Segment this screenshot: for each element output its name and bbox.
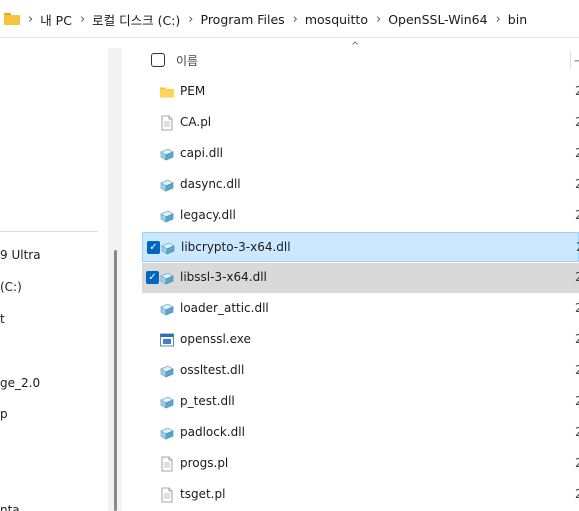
file-name: CA.pl	[180, 115, 212, 129]
file-name: loader_attic.dll	[180, 301, 269, 315]
exe-file-icon	[159, 332, 175, 348]
dll-file-icon	[159, 146, 175, 162]
file-row[interactable]: p_test.dll 2	[142, 387, 579, 417]
chevron-right-icon: ›	[495, 11, 501, 27]
dll-file-icon	[159, 301, 175, 317]
file-date-modified: 2	[575, 115, 579, 129]
dll-file-icon	[159, 177, 175, 193]
breadcrumb: › 내 PC › 로컬 디스크 (C:) › Program Files › m…	[0, 0, 527, 38]
file-row[interactable]: ossltest.dll 2	[142, 356, 579, 386]
nav-item-local-disk[interactable]: (C:)	[0, 280, 22, 294]
file-row[interactable]: capi.dll 2	[142, 139, 579, 169]
file-date-modified: 2	[575, 177, 579, 191]
breadcrumb-item-program-files[interactable]: Program Files	[201, 12, 285, 27]
file-row-selected[interactable]: ✓ libssl-3-x64.dll 2	[142, 263, 579, 293]
file-name: ossltest.dll	[180, 363, 245, 377]
file-name: legacy.dll	[180, 208, 236, 222]
file-date-modified: 2	[575, 394, 579, 408]
nav-item[interactable]: p	[0, 407, 8, 421]
text-file-icon	[159, 115, 175, 131]
folder-icon	[4, 13, 20, 25]
row-checkbox-checked[interactable]: ✓	[147, 241, 160, 254]
nav-item[interactable]: ge_2.0	[0, 376, 40, 390]
file-name: tsget.pl	[180, 487, 226, 501]
select-all-checkbox[interactable]	[151, 53, 165, 67]
chevron-right-icon: ›	[28, 11, 34, 27]
file-date-modified: 2	[575, 301, 579, 315]
file-row[interactable]: PEM 2	[142, 77, 579, 107]
file-date-modified: 2	[575, 84, 579, 98]
dll-file-icon	[160, 240, 176, 256]
nav-divider	[0, 231, 98, 232]
nav-item[interactable]: nta	[0, 503, 20, 511]
file-name: libcrypto-3-x64.dll	[181, 240, 291, 254]
file-name: p_test.dll	[180, 394, 235, 408]
file-date-modified: 2	[575, 487, 579, 501]
breadcrumb-item-this-pc[interactable]: 내 PC	[40, 10, 72, 29]
dll-file-icon	[159, 363, 175, 379]
dll-file-icon	[159, 270, 175, 286]
column-divider[interactable]	[570, 50, 571, 70]
file-list: ^ 이름 ᅩ PEM2CA.pl2capi.dll2dasync.dll2leg…	[122, 38, 579, 511]
breadcrumb-item-bin[interactable]: bin	[508, 12, 527, 27]
file-date-modified: 2	[575, 456, 579, 470]
column-header-row: 이름 ᅩ	[122, 44, 579, 76]
dll-file-icon	[159, 208, 175, 224]
row-checkbox-checked[interactable]: ✓	[146, 271, 159, 284]
file-name: padlock.dll	[180, 425, 245, 439]
nav-scrollbar-thumb[interactable]	[114, 250, 117, 511]
text-file-icon	[159, 487, 175, 503]
file-name: PEM	[180, 84, 206, 98]
chevron-right-icon: ›	[375, 11, 382, 27]
breadcrumb-item-local-disk[interactable]: 로컬 디스크 (C:)	[92, 10, 180, 29]
breadcrumb-item-openssl-win64[interactable]: OpenSSL-Win64	[388, 12, 487, 27]
nav-item-drive[interactable]: 9 Ultra	[0, 248, 41, 262]
file-row[interactable]: tsget.pl 2	[142, 480, 579, 510]
dll-file-icon	[159, 425, 175, 441]
file-row[interactable]: legacy.dll 2	[142, 201, 579, 231]
file-row[interactable]: progs.pl 2	[142, 449, 579, 479]
file-row[interactable]: CA.pl 2	[142, 108, 579, 138]
nav-item[interactable]: t	[0, 312, 5, 326]
file-row[interactable]: padlock.dll 2	[142, 418, 579, 448]
file-date-modified: 2	[575, 146, 579, 160]
address-bar[interactable]: › 내 PC › 로컬 디스크 (C:) › Program Files › m…	[0, 0, 579, 38]
file-name: progs.pl	[180, 456, 229, 470]
column-header-next[interactable]: ᅩ	[574, 52, 579, 69]
file-name: libssl-3-x64.dll	[180, 270, 267, 284]
file-date-modified: 2	[575, 332, 579, 346]
file-row[interactable]: loader_attic.dll 2	[142, 294, 579, 324]
file-date-modified: 2	[575, 425, 579, 439]
breadcrumb-item-mosquitto[interactable]: mosquitto	[305, 12, 368, 27]
file-date-modified: 2	[575, 208, 579, 222]
chevron-right-icon: ›	[292, 11, 298, 27]
file-name: dasync.dll	[180, 177, 241, 191]
text-file-icon	[159, 456, 175, 472]
column-header-name[interactable]: 이름	[176, 52, 198, 69]
file-row[interactable]: dasync.dll 2	[142, 170, 579, 200]
dll-file-icon	[159, 394, 175, 410]
folder-icon	[159, 84, 175, 100]
file-name: openssl.exe	[180, 332, 251, 346]
file-date-modified: 2	[575, 270, 579, 284]
file-row-selected[interactable]: ✓libcrypto-3-x64.dll2	[142, 232, 579, 262]
file-row[interactable]: openssl.exe 2	[142, 325, 579, 355]
file-date-modified: 2	[575, 363, 579, 377]
chevron-right-icon: ›	[188, 11, 194, 27]
chevron-right-icon: ›	[79, 11, 86, 27]
file-name: capi.dll	[180, 146, 224, 160]
navigation-pane: 9 Ultra (C:) t ge_2.0 p nta	[0, 38, 108, 511]
